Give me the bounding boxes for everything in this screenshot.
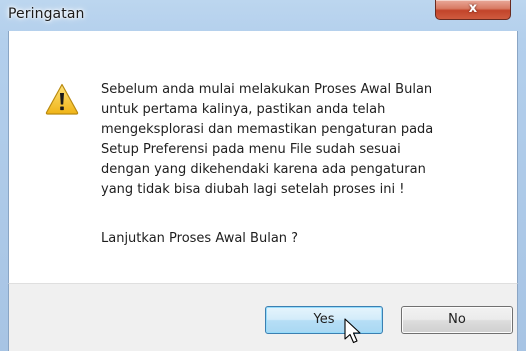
close-icon: x bbox=[468, 1, 478, 16]
mouse-pointer-icon bbox=[344, 318, 361, 344]
dialog-window: Peringatan x Sebelum anda mulai melakuka… bbox=[0, 0, 526, 351]
window-title: Peringatan bbox=[8, 6, 85, 22]
message-line: untuk pertama kalinya, pastikan anda tel… bbox=[101, 102, 386, 117]
confirmation-question: Lanjutkan Proses Awal Bulan ? bbox=[101, 231, 299, 246]
message-line: Setup Preferensi pada menu File sudah se… bbox=[101, 142, 401, 157]
message-line: dengan yang dikehendaki karena ada penga… bbox=[101, 162, 426, 177]
message-line: yang tidak bisa diubah lagi setelah pros… bbox=[101, 182, 405, 197]
message-line: Sebelum anda mulai melakukan Proses Awal… bbox=[101, 82, 433, 97]
message-line: mengeksplorasi dan memastikan pengaturan… bbox=[101, 122, 434, 137]
warning-icon bbox=[45, 83, 79, 115]
warning-message: Sebelum anda mulai melakukan Proses Awal… bbox=[101, 80, 501, 200]
close-button[interactable]: x bbox=[435, 0, 511, 20]
no-button[interactable]: No bbox=[401, 306, 513, 334]
